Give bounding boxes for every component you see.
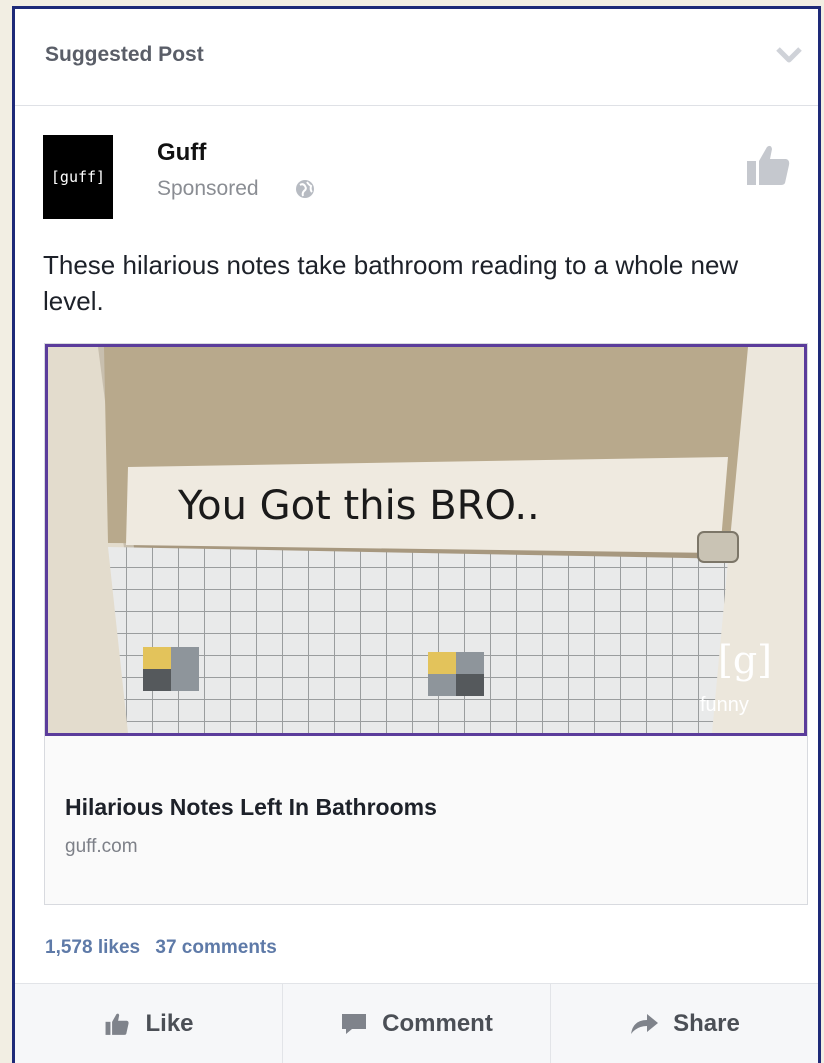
share-arrow-icon: [631, 1014, 659, 1034]
link-domain: guff.com: [65, 836, 138, 857]
graffiti-text: You Got this BRO..: [177, 483, 540, 529]
suggested-post-card: Suggested Post [guff] Guff Sponsored The…: [12, 6, 821, 1063]
comment-icon: [342, 1014, 367, 1034]
like-label: Like: [145, 1010, 194, 1037]
comment-button[interactable]: Comment: [283, 984, 551, 1063]
globe-icon: [296, 180, 314, 198]
page-name[interactable]: Guff: [157, 139, 206, 167]
chevron-down-icon[interactable]: [776, 45, 802, 65]
comments-count[interactable]: 37 comments: [155, 937, 276, 958]
comment-label: Comment: [382, 1010, 493, 1037]
watermark-word: funny: [700, 694, 749, 716]
bathroom-stall-image: You Got this BRO.. [g] funny: [48, 347, 804, 733]
post-text: These hilarious notes take bathroom read…: [43, 250, 739, 316]
watermark-bracket: [g]: [718, 638, 772, 682]
share-label: Share: [673, 1010, 740, 1037]
sponsored-label: Sponsored: [157, 177, 259, 200]
share-button[interactable]: Share: [551, 984, 818, 1063]
link-preview[interactable]: You Got this BRO.. [g] funny Hilarious N…: [44, 343, 808, 905]
thumbs-up-icon: [106, 1013, 130, 1035]
post-stats: 1,578 likes 37 comments: [45, 937, 287, 959]
header-title: Suggested Post: [45, 43, 204, 66]
link-image[interactable]: You Got this BRO.. [g] funny: [45, 344, 807, 736]
post-header: Suggested Post: [15, 9, 818, 106]
likes-count[interactable]: 1,578 likes: [45, 937, 140, 958]
page-logo[interactable]: [guff]: [43, 135, 113, 219]
thumbs-up-icon[interactable]: [745, 143, 791, 187]
page-info: [guff] Guff Sponsored: [43, 135, 813, 225]
like-button[interactable]: Like: [15, 984, 283, 1063]
action-bar: Like Comment Share: [15, 983, 818, 1063]
link-title[interactable]: Hilarious Notes Left In Bathrooms: [65, 794, 437, 821]
